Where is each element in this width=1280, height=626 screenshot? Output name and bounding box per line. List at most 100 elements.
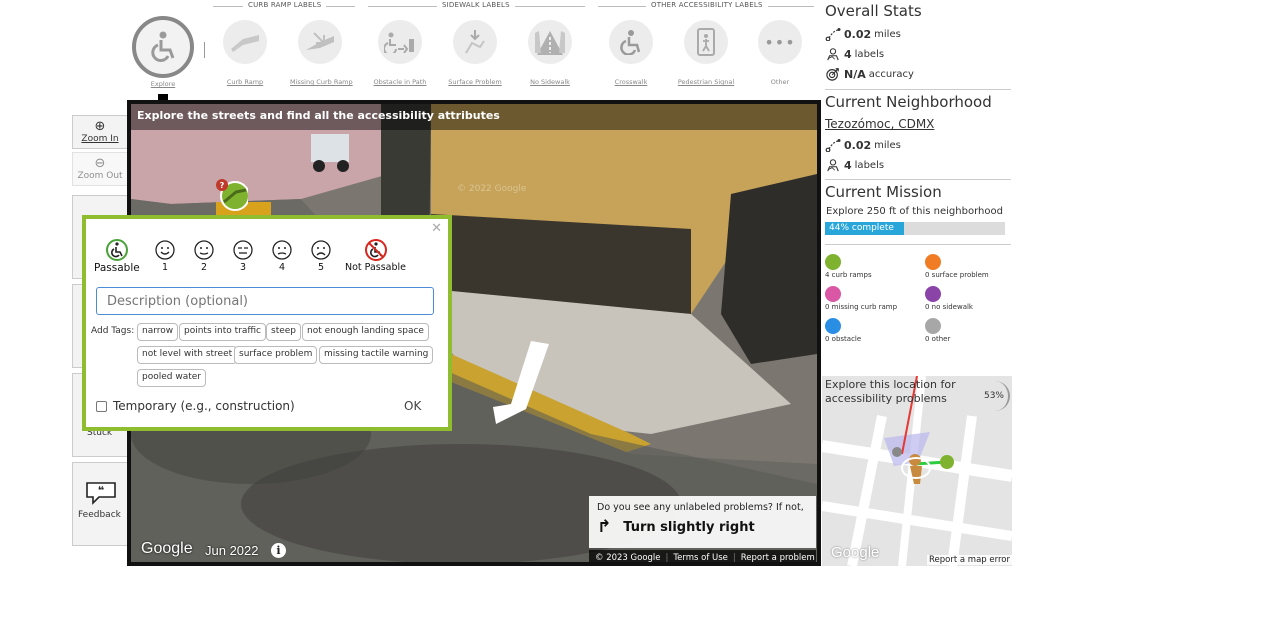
severity-4[interactable]: 4 — [271, 239, 293, 273]
no-sidewalk-tool-button[interactable]: No Sidewalk — [520, 20, 580, 86]
description-input[interactable] — [96, 287, 434, 315]
surface-problem-legend-icon — [925, 254, 941, 270]
slight-frown-face-icon — [272, 240, 292, 260]
severity-4-label: 4 — [278, 262, 286, 273]
ok-button[interactable]: OK — [404, 399, 421, 413]
tag-pooled-water[interactable]: pooled water — [137, 369, 206, 387]
overall-miles-value: 0.02 — [844, 27, 872, 41]
pedestrian-signal-icon — [684, 20, 728, 64]
minimap-google-logo: Google — [831, 544, 880, 561]
tag-missing-tactile-warning[interactable]: missing tactile warning — [319, 346, 434, 364]
svg-text:❝: ❝ — [98, 484, 104, 497]
info-icon[interactable]: i — [271, 543, 286, 558]
crosswalk-tool-button[interactable]: Crosswalk — [601, 20, 661, 86]
report-problem-link[interactable]: Report a problem — [741, 553, 815, 562]
neighborhood-name-link[interactable]: Tezozómoc, CDMX — [825, 117, 934, 131]
frown-face-icon — [311, 240, 331, 260]
legend-obstacle-label: 0 obstacle — [825, 335, 862, 343]
navigation-hint[interactable]: Do you see any unlabeled problems? If no… — [589, 496, 816, 548]
other-tool-button[interactable]: ••• Other — [750, 20, 810, 86]
mission-text: Explore 250 ft of this neighborhood — [826, 206, 1003, 217]
legend-curb-ramps: 4 curb ramps — [825, 254, 872, 279]
speech-bubble-icon: ❝ — [86, 482, 116, 505]
zoom-out-button[interactable]: ⊖ Zoom Out — [72, 152, 128, 186]
report-map-error-link[interactable]: Report a map error — [927, 555, 1012, 565]
tag-not-level-with-street[interactable]: not level with street — [137, 346, 238, 364]
curb-ramp-tool-button[interactable]: Curb Ramp — [215, 20, 275, 86]
pedestrian-signal-tool-button[interactable]: Pedestrian Signal — [676, 20, 736, 86]
more-dots-icon: ••• — [758, 20, 802, 64]
passable-wheelchair-icon — [105, 239, 128, 261]
missing-curb-ramp-tool-label: Missing Curb Ramp — [290, 78, 353, 86]
close-icon[interactable]: ✕ — [431, 221, 442, 236]
neutral-face-icon — [233, 240, 253, 260]
surface-problem-tool-button[interactable]: Surface Problem — [445, 20, 505, 86]
tag-points-into-traffic[interactable]: points into traffic — [179, 323, 266, 341]
zoom-out-label: Zoom Out — [77, 171, 123, 181]
overall-labels-unit: labels — [854, 48, 885, 60]
not-passable-icon — [364, 239, 387, 261]
tag-surface-problem[interactable]: surface problem — [234, 346, 318, 364]
crosswalk-icon — [609, 20, 653, 64]
severity-not-passable[interactable]: Not Passable — [345, 239, 406, 273]
curb-ramp-tool-label: Curb Ramp — [226, 78, 264, 86]
explore-tool-button[interactable]: Explore — [128, 16, 198, 88]
nav-question: Do you see any unlabeled problems? If no… — [597, 502, 804, 513]
current-mission-title: Current Mission — [825, 183, 942, 201]
severity-3-label: 3 — [239, 262, 247, 273]
obstacle-tool-label: Obstacle in Path — [373, 78, 427, 86]
neighborhood-labels-unit: labels — [854, 159, 885, 171]
add-tags-label: Add Tags: — [91, 326, 135, 336]
missing-curb-ramp-tool-button[interactable]: Missing Curb Ramp — [290, 20, 353, 86]
turn-right-arrow-icon: ↱ — [597, 517, 612, 537]
minimap-percent: 53% — [980, 381, 1010, 411]
severity-5[interactable]: 5 — [310, 239, 332, 273]
temporary-checkbox[interactable] — [96, 400, 107, 412]
pano-footer: © 2023 Google | Terms of Use | Report a … — [589, 550, 816, 562]
other-tool-label: Other — [770, 78, 790, 86]
temporary-checkbox-row[interactable]: Temporary (e.g., construction) — [96, 399, 295, 413]
distance-icon — [825, 139, 841, 152]
missing-curb-ramp-icon — [298, 20, 342, 64]
severity-1[interactable]: 1 — [154, 239, 176, 273]
legend-no-sidewalk: 0 no sidewalk — [925, 286, 973, 311]
surface-problem-icon — [453, 20, 497, 64]
zoom-in-icon: ⊕ — [94, 119, 106, 134]
svg-text:?: ? — [220, 181, 225, 190]
legend-missing-curb-ramp-label: 0 missing curb ramp — [825, 303, 898, 311]
obstacle-legend-icon — [825, 318, 841, 334]
minimap[interactable]: Explore this location for accessibility … — [822, 376, 1012, 566]
app-root: CURB RAMP LABELS SIDEWALK LABELS OTHER A… — [0, 0, 1280, 626]
curb-ramp-legend-icon — [825, 254, 841, 270]
tag-not-enough-landing-space[interactable]: not enough landing space — [302, 323, 429, 341]
obstacle-tool-button[interactable]: Obstacle in Path — [370, 20, 430, 86]
crosswalk-tool-label: Crosswalk — [614, 78, 648, 86]
tag-narrow[interactable]: narrow — [137, 323, 179, 341]
neighborhood-labels-value: 4 — [844, 158, 852, 172]
severity-2[interactable]: 2 — [193, 239, 215, 273]
pedestrian-signal-tool-label: Pedestrian Signal — [677, 78, 735, 86]
zoom-in-button[interactable]: ⊕ Zoom In — [72, 115, 128, 149]
missing-curb-ramp-legend-icon — [825, 286, 841, 302]
curb-ramp-icon — [223, 20, 267, 64]
not-passable-label: Not Passable — [345, 262, 407, 273]
slight-smile-face-icon — [194, 240, 214, 260]
severity-passable[interactable]: Passable — [94, 239, 140, 274]
terms-link[interactable]: Terms of Use — [673, 553, 728, 562]
label-context-popup: ✕ Passable 1 2 3 4 5 Not Passable Descri… — [82, 215, 452, 431]
curb-ramp-label-marker[interactable]: ? — [214, 178, 248, 212]
surface-problem-tool-label: Surface Problem — [448, 78, 502, 86]
legend-surface-problem: 0 surface problem — [925, 254, 989, 279]
tag-steep[interactable]: steep — [266, 323, 302, 341]
neighborhood-miles-value: 0.02 — [844, 138, 872, 152]
overall-miles-unit: miles — [874, 28, 901, 40]
feedback-button[interactable]: ❝ Feedback — [72, 462, 128, 546]
other-legend-icon — [925, 318, 941, 334]
no-sidewalk-icon — [528, 20, 572, 64]
neighborhood-miles-row: 0.02 miles — [825, 138, 901, 152]
severity-2-label: 2 — [200, 262, 208, 273]
zoom-in-label: Zoom In — [81, 134, 119, 144]
severity-3[interactable]: 3 — [232, 239, 254, 273]
no-sidewalk-legend-icon — [925, 286, 941, 302]
zoom-out-icon: ⊖ — [94, 156, 106, 171]
